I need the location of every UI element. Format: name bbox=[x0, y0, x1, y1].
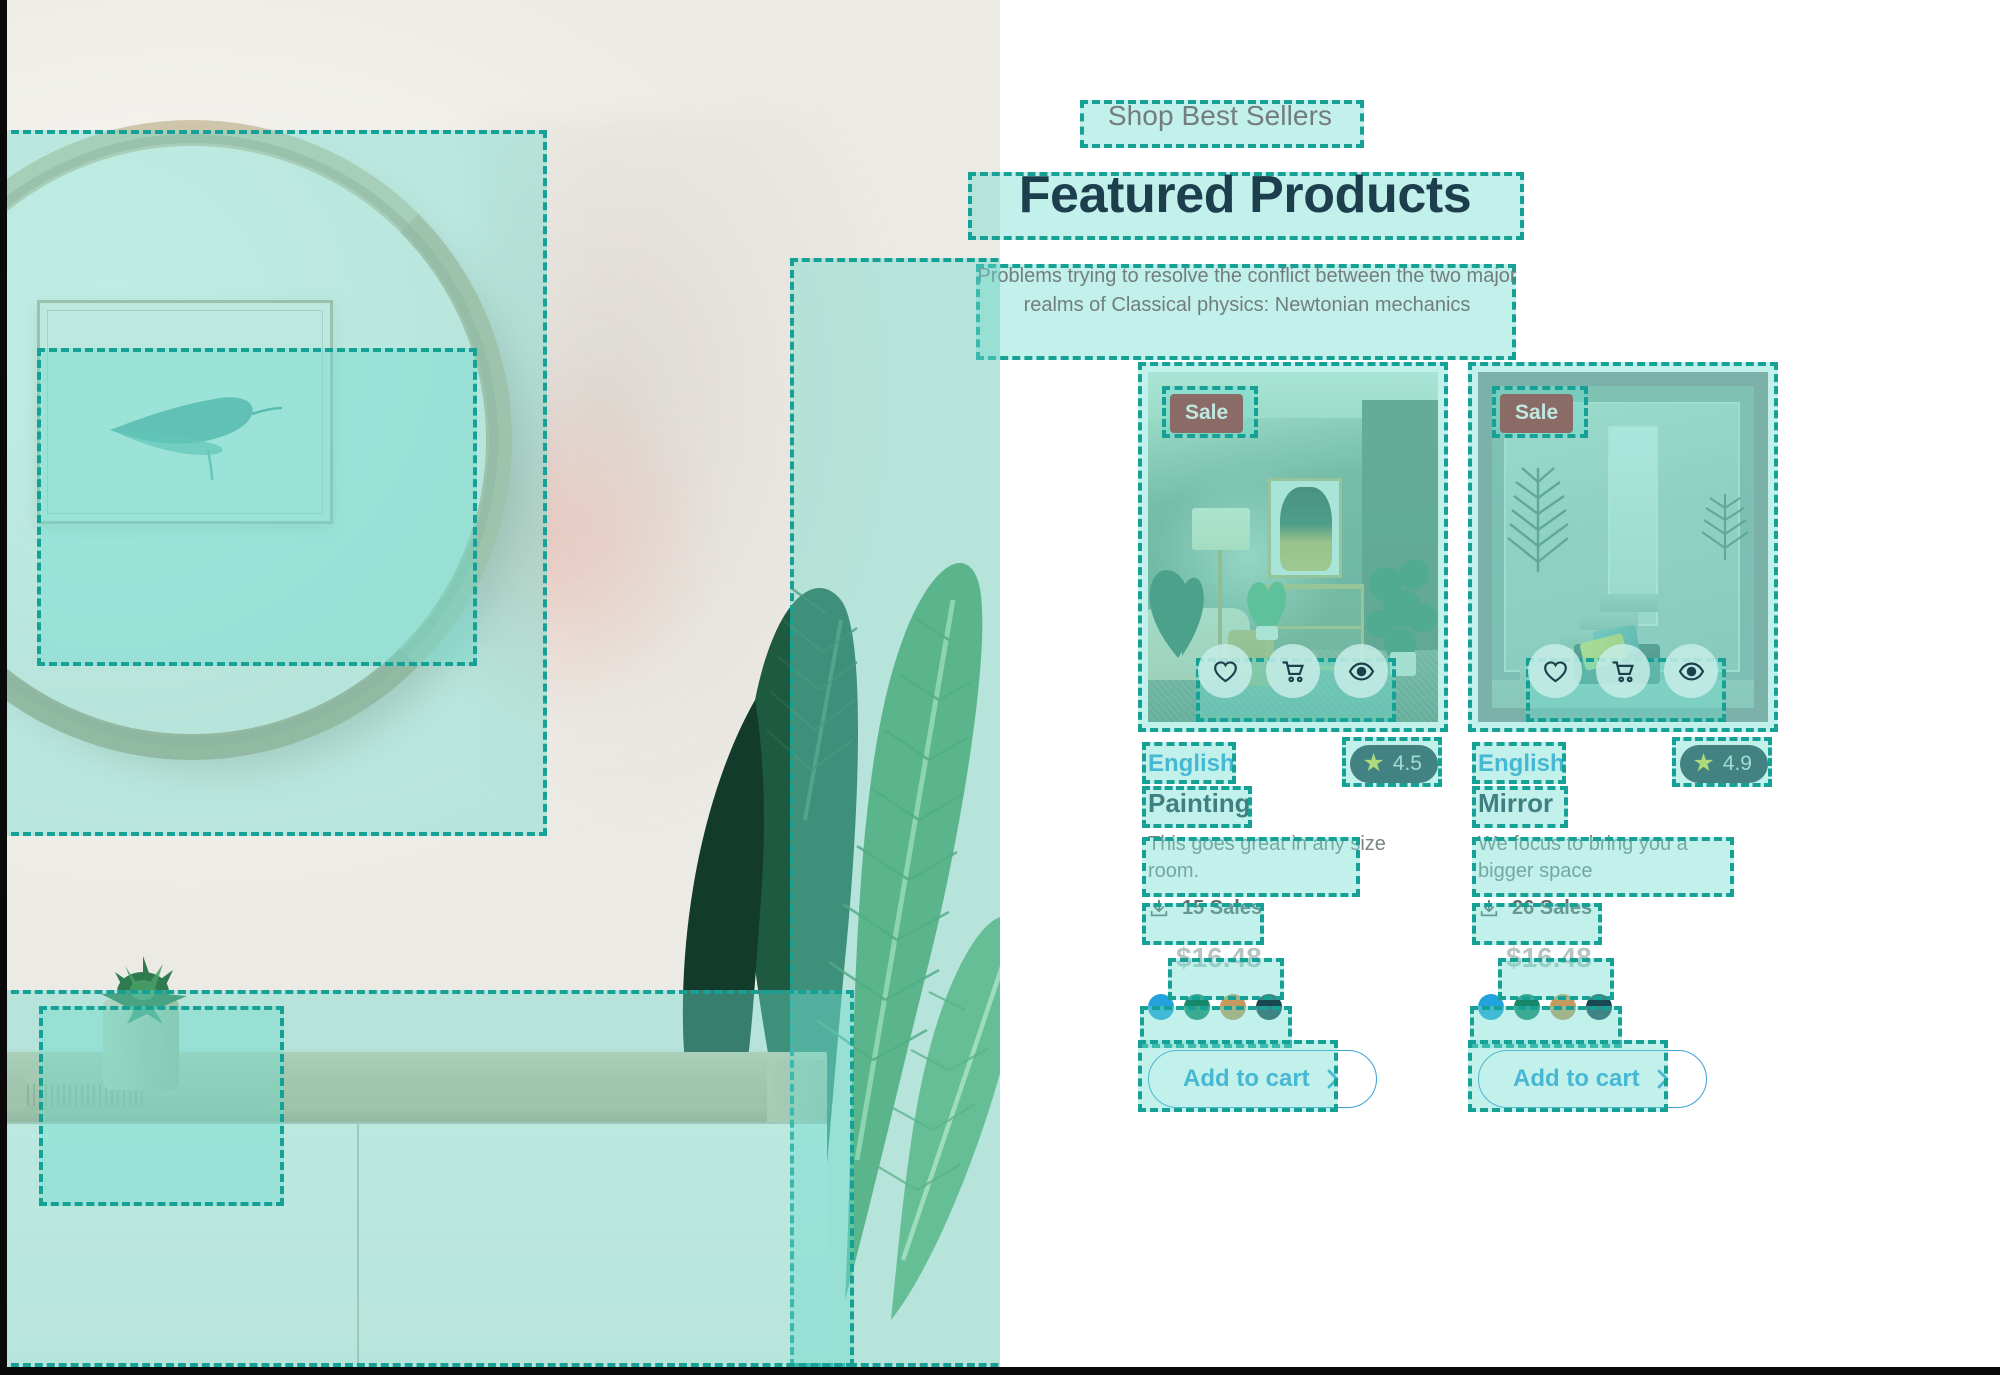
sales-count-label: 15 Sales bbox=[1182, 897, 1263, 919]
product-meta-row: English ★ 4.9 bbox=[1472, 737, 1773, 787]
add-to-cart-icon-button[interactable] bbox=[1596, 644, 1650, 698]
heart-icon bbox=[1543, 660, 1567, 682]
add-to-cart-label: Add to cart bbox=[1513, 1065, 1640, 1092]
swatch-blue[interactable] bbox=[1478, 994, 1504, 1020]
bottom-edge-strip bbox=[0, 1367, 2000, 1375]
product-image[interactable]: Sale bbox=[1148, 372, 1438, 722]
eye-icon bbox=[1678, 662, 1704, 680]
color-swatches[interactable] bbox=[1148, 994, 1438, 1020]
framed-art-region-box bbox=[37, 348, 477, 666]
star-icon: ★ bbox=[1692, 749, 1715, 777]
left-edge-strip bbox=[0, 0, 7, 1375]
wishlist-button[interactable] bbox=[1198, 644, 1252, 698]
product-name: Mirror bbox=[1478, 788, 1554, 818]
product-language-link[interactable]: English bbox=[1478, 750, 1565, 777]
quick-view-button[interactable] bbox=[1664, 644, 1718, 698]
swatch-navy[interactable] bbox=[1586, 994, 1612, 1020]
add-to-cart-icon-button[interactable] bbox=[1266, 644, 1320, 698]
hero-image-panel bbox=[7, 0, 1000, 1367]
swatch-green[interactable] bbox=[1184, 994, 1210, 1020]
sales-count-label: 26 Sales bbox=[1512, 897, 1593, 919]
rating-badge: ★ 4.5 bbox=[1350, 745, 1438, 783]
cart-icon bbox=[1281, 660, 1304, 682]
quick-view-button[interactable] bbox=[1334, 644, 1388, 698]
product-price: $16.48 bbox=[1506, 942, 1592, 973]
add-to-cart-button[interactable]: Add to cart bbox=[1478, 1050, 1707, 1108]
rating-value: 4.5 bbox=[1392, 751, 1422, 775]
status-badge: Sale bbox=[1500, 394, 1574, 433]
swatch-tan[interactable] bbox=[1220, 994, 1246, 1020]
swatch-tan[interactable] bbox=[1550, 994, 1576, 1020]
product-description: We focus to bring you a bigger space bbox=[1478, 833, 1688, 882]
download-icon bbox=[1150, 899, 1168, 916]
rating-badge: ★ 4.9 bbox=[1680, 745, 1768, 783]
product-description: This goes great in any size room. bbox=[1148, 833, 1386, 882]
product-meta-row: English ★ 4.5 bbox=[1142, 737, 1443, 787]
cart-icon bbox=[1611, 660, 1634, 682]
succulent-region-box bbox=[39, 1006, 284, 1206]
star-icon: ★ bbox=[1362, 749, 1385, 777]
sales-count: 15 Sales bbox=[1148, 897, 1438, 920]
chevron-right-icon bbox=[1327, 1069, 1339, 1089]
page-root: Shop Best Sellers Featured Products Prob… bbox=[0, 0, 2000, 1375]
chevron-right-icon bbox=[1657, 1069, 1669, 1089]
product-actions[interactable] bbox=[1528, 644, 1718, 698]
product-language-link[interactable]: English bbox=[1148, 750, 1235, 777]
rating-value: 4.9 bbox=[1722, 751, 1752, 775]
product-image[interactable]: Sale bbox=[1478, 372, 1768, 722]
wishlist-button[interactable] bbox=[1528, 644, 1582, 698]
section-eyebrow: Shop Best Sellers bbox=[1107, 100, 1333, 131]
page-title: Featured Products bbox=[1018, 166, 1472, 224]
status-badge: Sale bbox=[1170, 394, 1244, 433]
add-to-cart-button[interactable]: Add to cart bbox=[1148, 1050, 1377, 1108]
product-actions[interactable] bbox=[1198, 644, 1388, 698]
sales-count: 26 Sales bbox=[1478, 897, 1768, 920]
color-swatches[interactable] bbox=[1478, 994, 1768, 1020]
product-price: $16.48 bbox=[1176, 942, 1262, 973]
eye-icon bbox=[1348, 662, 1374, 680]
product-grid: Sale English ★ 4.5 Painting This goes gr… bbox=[1138, 362, 1888, 1112]
swatch-blue[interactable] bbox=[1148, 994, 1174, 1020]
swatch-green[interactable] bbox=[1514, 994, 1540, 1020]
section-subtitle: Problems trying to resolve the conflict … bbox=[977, 265, 1517, 316]
product-card[interactable]: Sale bbox=[1468, 362, 1778, 1112]
heart-icon bbox=[1213, 660, 1237, 682]
add-to-cart-label: Add to cart bbox=[1183, 1065, 1310, 1092]
product-card[interactable]: Sale bbox=[1138, 362, 1448, 1112]
download-icon bbox=[1480, 899, 1498, 916]
swatch-navy[interactable] bbox=[1256, 994, 1282, 1020]
product-name: Painting bbox=[1148, 788, 1251, 818]
content-panel: Shop Best Sellers Featured Products Prob… bbox=[968, 0, 2000, 1375]
